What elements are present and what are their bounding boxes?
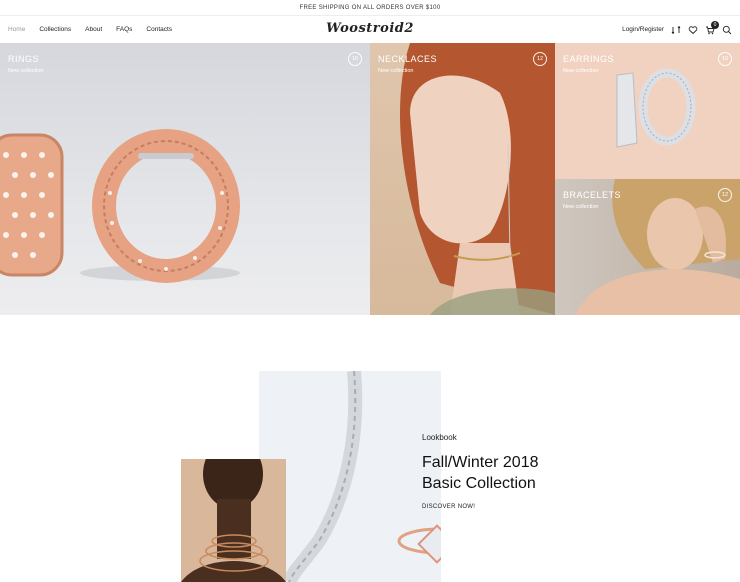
lookbook-title-line-2: Basic Collection bbox=[422, 475, 536, 492]
tile-subtitle-bracelets: New collection bbox=[563, 204, 599, 210]
tile-count-bracelets: 12 bbox=[718, 188, 732, 202]
lookbook-chain-image bbox=[259, 371, 441, 582]
category-tile-rings[interactable]: RINGS New collection 16 bbox=[0, 43, 370, 315]
discover-now-link[interactable]: DISCOVER NOW! bbox=[422, 504, 475, 510]
tile-title-bracelets: BRACELETS bbox=[563, 190, 622, 200]
cart-icon[interactable]: 0 bbox=[705, 20, 719, 35]
tile-count-necklaces: 12 bbox=[533, 52, 547, 66]
category-tile-bracelets[interactable]: BRACELETS New collection 12 bbox=[555, 179, 740, 315]
cart-count-badge: 0 bbox=[711, 20, 719, 29]
tile-title-rings: RINGS bbox=[8, 54, 40, 64]
rings-product-image bbox=[0, 129, 240, 283]
announcement-bar: FREE SHIPPING ON ALL ORDERS OVER $100 bbox=[0, 0, 740, 16]
category-tile-earrings[interactable]: EARRINGS New collection 10 bbox=[555, 43, 740, 179]
tile-title-necklaces: NECKLACES bbox=[378, 54, 438, 64]
shipping-message: FREE SHIPPING ON ALL ORDERS OVER $100 bbox=[299, 5, 441, 11]
tile-subtitle-rings: New collection bbox=[8, 68, 44, 74]
logo-text: Woostroid2 bbox=[326, 21, 414, 36]
nav-actions: Login/Register 0 bbox=[622, 16, 732, 43]
login-register-link[interactable]: Login/Register bbox=[622, 26, 664, 33]
lookbook-title: Fall/Winter 2018 Basic Collection bbox=[422, 452, 582, 494]
tile-count-earrings: 10 bbox=[718, 52, 732, 66]
category-tile-necklaces[interactable]: NECKLACES New collection 12 bbox=[370, 43, 555, 315]
tile-title-earrings: EARRINGS bbox=[563, 54, 615, 64]
wishlist-heart-icon[interactable] bbox=[688, 25, 698, 35]
lookbook-model-image bbox=[181, 459, 286, 582]
search-icon[interactable] bbox=[722, 25, 732, 35]
chain-illustration bbox=[282, 371, 441, 582]
tile-subtitle-necklaces: New collection bbox=[378, 68, 414, 74]
compare-icon[interactable] bbox=[671, 25, 681, 35]
tile-subtitle-earrings: New collection bbox=[563, 68, 599, 74]
necklaces-model-image bbox=[400, 43, 555, 315]
tile-count-rings: 16 bbox=[348, 52, 362, 66]
model-illustration bbox=[181, 459, 286, 582]
lookbook-title-line-1: Fall/Winter 2018 bbox=[422, 454, 539, 471]
main-navigation: Home Collections About FAQs Contacts Woo… bbox=[0, 16, 740, 43]
lookbook-label: Lookbook bbox=[422, 433, 457, 442]
